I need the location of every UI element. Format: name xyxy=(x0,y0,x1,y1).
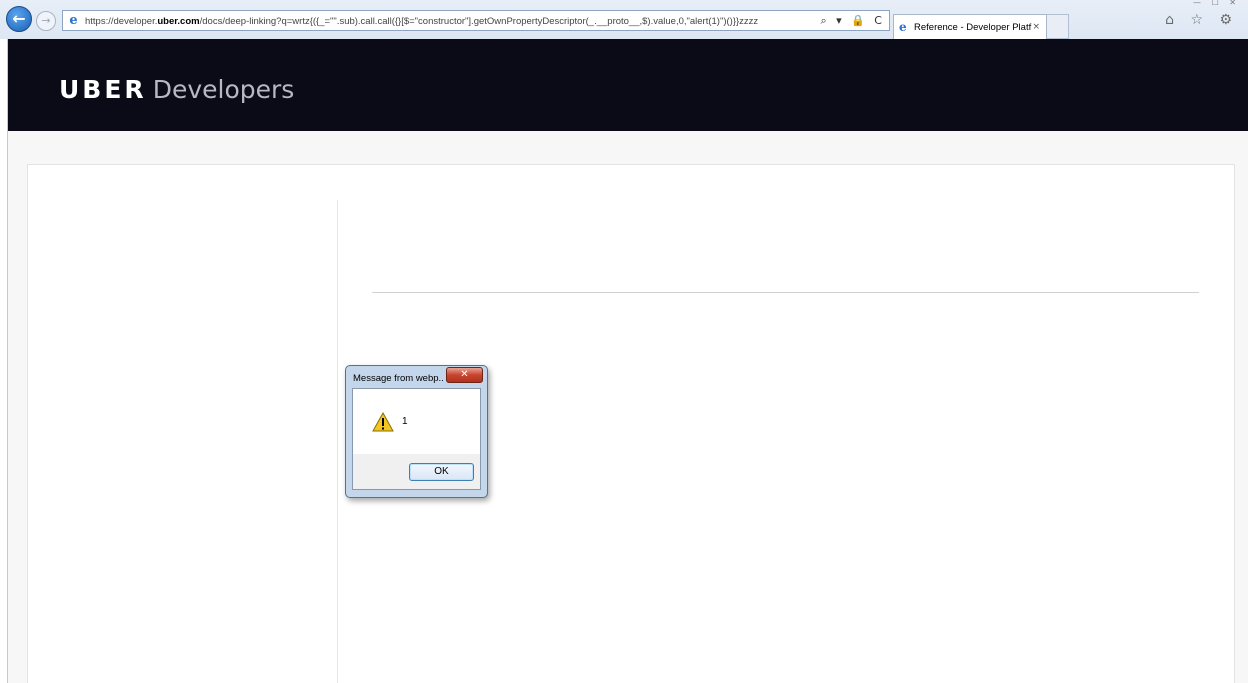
ok-button[interactable]: OK xyxy=(409,463,474,481)
warning-icon xyxy=(372,412,394,432)
dialog-message: 1 xyxy=(402,416,408,427)
tab-title: Reference - Developer Platf... xyxy=(914,22,1032,33)
site-header: UBER Developers xyxy=(8,39,1248,131)
dialog-close-button[interactable]: ✕ xyxy=(446,367,483,383)
horizontal-rule xyxy=(372,292,1199,293)
dialog-title: Message from webp... xyxy=(353,373,443,384)
content-card xyxy=(27,164,1235,683)
logo-brand: UBER xyxy=(59,75,147,104)
search-lock-refresh-icons[interactable]: ⌕ ▾ 🔒 C xyxy=(820,13,885,28)
address-bar[interactable]: e https://developer.uber.com/docs/deep-l… xyxy=(62,10,890,31)
window-left-edge xyxy=(0,39,8,683)
browser-chrome: ← → e https://developer.uber.com/docs/de… xyxy=(0,0,1248,40)
uber-developers-logo[interactable]: UBER Developers xyxy=(59,75,294,105)
logo-subtitle: Developers xyxy=(152,75,295,104)
alert-dialog: Message from webp... ✕ 1 OK xyxy=(345,365,488,498)
tab-ie-icon: e xyxy=(899,20,907,34)
tab-close-icon[interactable]: × xyxy=(1032,21,1040,34)
url-prefix: https://developer. xyxy=(85,16,158,27)
window-controls[interactable]: — ☐ ✕ xyxy=(1193,0,1240,7)
url-path: /docs/deep-linking?q=wrtz{({_="".sub).ca… xyxy=(199,16,759,27)
home-favorites-tools-icons[interactable]: ⌂ ☆ ⚙ xyxy=(1165,11,1238,29)
url-text[interactable]: https://developer.uber.com/docs/deep-lin… xyxy=(85,14,829,29)
url-domain: uber.com xyxy=(157,16,200,27)
sidebar-divider xyxy=(337,200,338,683)
ie-logo-icon: e xyxy=(69,13,78,28)
forward-arrow-icon[interactable]: → xyxy=(36,11,56,31)
dialog-body: 1 OK xyxy=(352,388,481,490)
browser-tab[interactable]: e Reference - Developer Platf... × xyxy=(893,14,1047,39)
back-arrow-icon[interactable]: ← xyxy=(6,6,32,32)
new-tab-button[interactable] xyxy=(1047,14,1069,39)
